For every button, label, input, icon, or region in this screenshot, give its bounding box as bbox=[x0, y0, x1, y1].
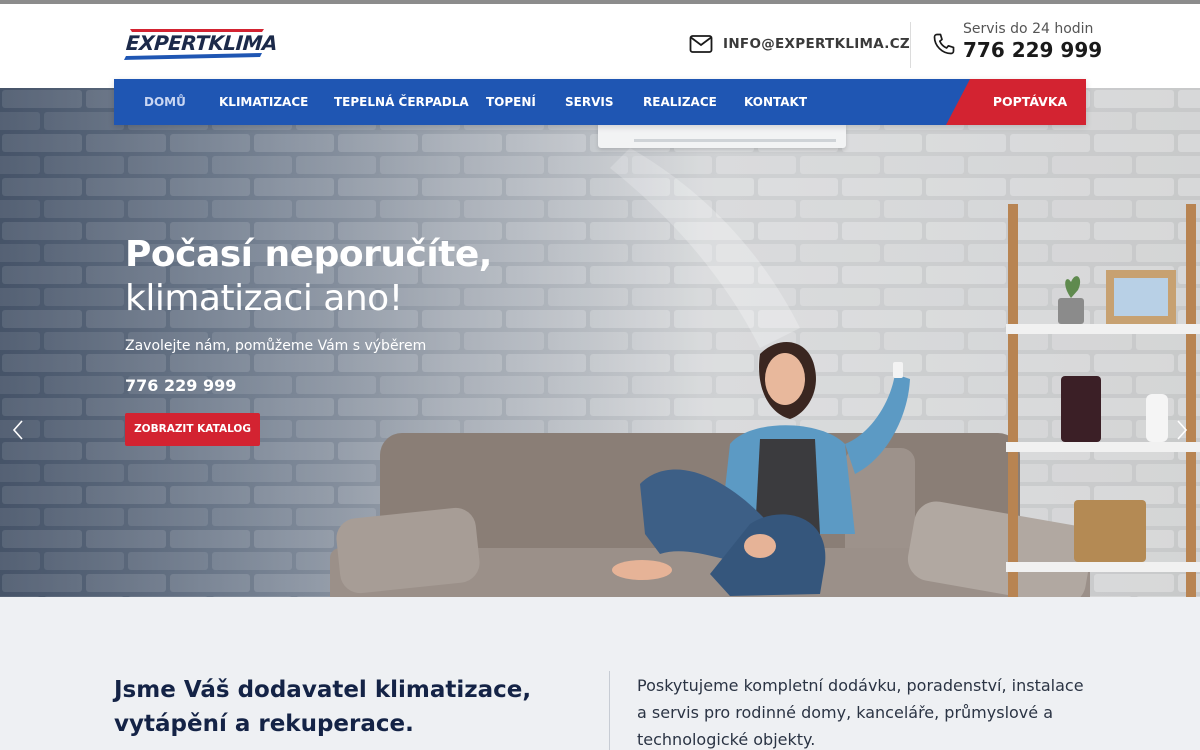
logo-text: EXPERTKLIMA bbox=[125, 31, 278, 55]
header-email: INFO@EXPERTKLIMA.CZ bbox=[723, 36, 911, 52]
about-title: Jsme Váš dodavatel klimatizace, vytápění… bbox=[114, 677, 532, 737]
main-navigation: DOMŮ KLIMATIZACE TEPELNÁ ČERPADLA TOPENÍ… bbox=[114, 79, 1086, 125]
hero-content: Počasí neporučíte, klimatizaci ano! Zavo… bbox=[125, 233, 545, 446]
sofa-pillow bbox=[334, 505, 482, 596]
inquiry-button-label: POPTÁVKA bbox=[992, 94, 1068, 109]
nav-item-realizace[interactable]: REALIZACE bbox=[643, 79, 717, 125]
nav-item-topeni[interactable]: TOPENÍ bbox=[486, 79, 536, 125]
air-conditioner-unit bbox=[598, 122, 846, 148]
hero-slider: Počasí neporučíte, klimatizaci ano! Zavo… bbox=[0, 88, 1200, 597]
about-section: Jsme Váš dodavatel klimatizace, vytápění… bbox=[0, 597, 1200, 750]
nav-item-tepelna-cerpadla[interactable]: TEPELNÁ ČERPADLA bbox=[334, 79, 469, 125]
nav-item-servis[interactable]: SERVIS bbox=[565, 79, 613, 125]
hero-phone[interactable]: 776 229 999 bbox=[125, 376, 545, 395]
about-divider bbox=[609, 671, 610, 750]
hero-title-light: klimatizaci ano! bbox=[125, 278, 403, 319]
site-header: EXPERTKLIMA INFO@EXPERTKLIMA.CZ Servis d… bbox=[0, 4, 1200, 88]
wooden-shelf bbox=[1006, 204, 1200, 597]
nav-item-home[interactable]: DOMŮ bbox=[144, 79, 186, 125]
header-divider bbox=[910, 22, 911, 68]
hero-title-bold: Počasí neporučíte, bbox=[125, 234, 492, 275]
chevron-right-icon[interactable] bbox=[1170, 418, 1194, 442]
header-email-link[interactable]: INFO@EXPERTKLIMA.CZ bbox=[689, 32, 910, 56]
inquiry-button[interactable]: POPTÁVKA bbox=[946, 79, 1086, 125]
show-catalog-button[interactable]: ZOBRAZIT KATALOG bbox=[125, 413, 260, 446]
chevron-left-icon[interactable] bbox=[6, 418, 30, 442]
envelope-icon bbox=[689, 35, 713, 53]
phone-icon bbox=[933, 33, 955, 55]
about-text: Poskytujeme kompletní dodávku, poradenst… bbox=[637, 676, 1084, 749]
logo[interactable]: EXPERTKLIMA bbox=[124, 26, 278, 62]
nav-item-kontakt[interactable]: KONTAKT bbox=[744, 79, 807, 125]
header-phone-caption: Servis do 24 hodin bbox=[963, 21, 1094, 37]
nav-item-klimatizace[interactable]: KLIMATIZACE bbox=[219, 79, 308, 125]
woman-on-sofa-figure bbox=[612, 342, 910, 596]
hero-subtitle: Zavolejte nám, pomůžeme Vám s výběrem bbox=[125, 338, 427, 354]
header-phone-number: 776 229 999 bbox=[963, 38, 1103, 62]
